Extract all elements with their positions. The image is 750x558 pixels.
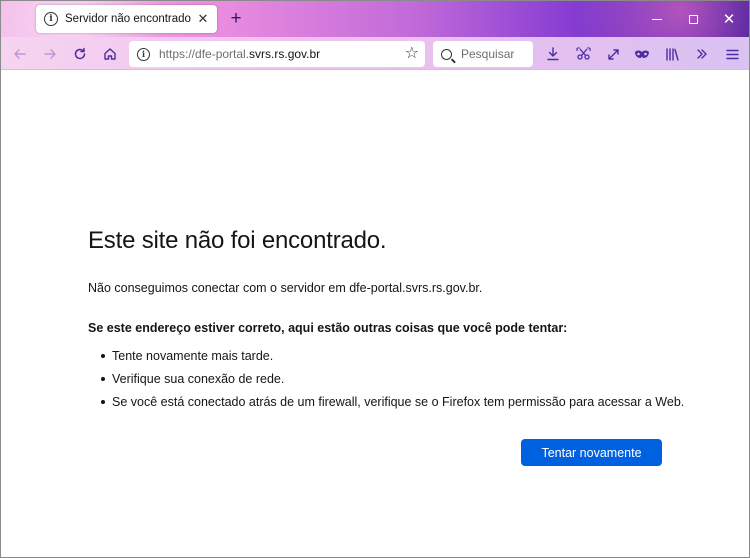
navigation-bar: i https://dfe-portal.svrs.rs.gov.br ☆ Pe… bbox=[1, 37, 749, 70]
url-prefix: https://dfe-portal. bbox=[159, 47, 250, 61]
home-button[interactable] bbox=[97, 41, 123, 67]
url-text[interactable]: https://dfe-portal.svrs.rs.gov.br bbox=[159, 47, 320, 61]
error-title: Este site não foi encontrado. bbox=[88, 227, 387, 254]
overflow-icon bbox=[697, 49, 707, 59]
download-icon bbox=[547, 47, 559, 61]
maximize-icon bbox=[688, 14, 698, 24]
menu-icon bbox=[725, 49, 739, 59]
suggestions-list: Tente novamente mais tarde. Verifique su… bbox=[88, 348, 684, 417]
tab-title: Servidor não encontrado bbox=[65, 13, 191, 25]
retry-button[interactable]: Tentar novamente bbox=[521, 439, 662, 466]
minimize-button[interactable] bbox=[639, 1, 675, 37]
arrow-left-icon bbox=[14, 49, 26, 59]
reload-button[interactable] bbox=[67, 41, 93, 67]
site-info-icon[interactable]: i bbox=[137, 47, 150, 61]
page-content: Este site não foi encontrado. Não conseg… bbox=[1, 71, 749, 557]
search-bar[interactable]: Pesquisar bbox=[433, 41, 533, 67]
tab-active[interactable]: i Servidor não encontrado ✕ bbox=[36, 5, 217, 33]
close-tab-icon[interactable]: ✕ bbox=[195, 11, 211, 27]
reload-icon bbox=[74, 47, 86, 60]
search-placeholder: Pesquisar bbox=[461, 47, 515, 61]
library-icon bbox=[666, 47, 679, 61]
info-icon: i bbox=[44, 12, 58, 26]
list-item: Se você está conectado atrás de um firew… bbox=[88, 394, 684, 417]
arrow-right-icon bbox=[44, 49, 56, 59]
fullscreen-button[interactable] bbox=[600, 41, 626, 67]
fullscreen-icon bbox=[607, 48, 619, 60]
back-button[interactable] bbox=[7, 41, 33, 67]
private-mask-icon bbox=[635, 50, 649, 58]
forward-button[interactable] bbox=[37, 41, 63, 67]
tab-strip: i Servidor não encontrado ✕ + ✕ bbox=[1, 1, 749, 37]
maximize-button[interactable] bbox=[675, 1, 711, 37]
browser-window: i Servidor não encontrado ✕ + ✕ i https:… bbox=[0, 0, 750, 558]
close-window-button[interactable]: ✕ bbox=[711, 1, 747, 37]
bookmark-star-icon[interactable]: ☆ bbox=[405, 44, 419, 64]
suggestions-heading: Se este endereço estiver correto, aqui e… bbox=[88, 321, 568, 335]
list-item: Verifique sua conexão de rede. bbox=[88, 371, 684, 394]
url-bar[interactable]: i https://dfe-portal.svrs.rs.gov.br ☆ bbox=[129, 41, 425, 67]
private-mask-button[interactable] bbox=[629, 41, 655, 67]
overflow-button[interactable] bbox=[689, 41, 715, 67]
new-tab-button[interactable]: + bbox=[227, 9, 245, 28]
menu-button[interactable] bbox=[719, 41, 745, 67]
search-icon bbox=[441, 48, 452, 60]
list-item: Tente novamente mais tarde. bbox=[88, 348, 684, 371]
close-icon: ✕ bbox=[722, 10, 736, 28]
screenshot-icon bbox=[575, 47, 591, 60]
url-host: svrs.rs.gov.br bbox=[249, 47, 321, 61]
download-button[interactable] bbox=[540, 41, 566, 67]
minimize-icon bbox=[652, 18, 662, 20]
library-button[interactable] bbox=[659, 41, 685, 67]
error-description: Não conseguimos conectar com o servidor … bbox=[88, 281, 483, 295]
home-icon bbox=[104, 48, 116, 60]
screenshot-button[interactable] bbox=[570, 41, 596, 67]
